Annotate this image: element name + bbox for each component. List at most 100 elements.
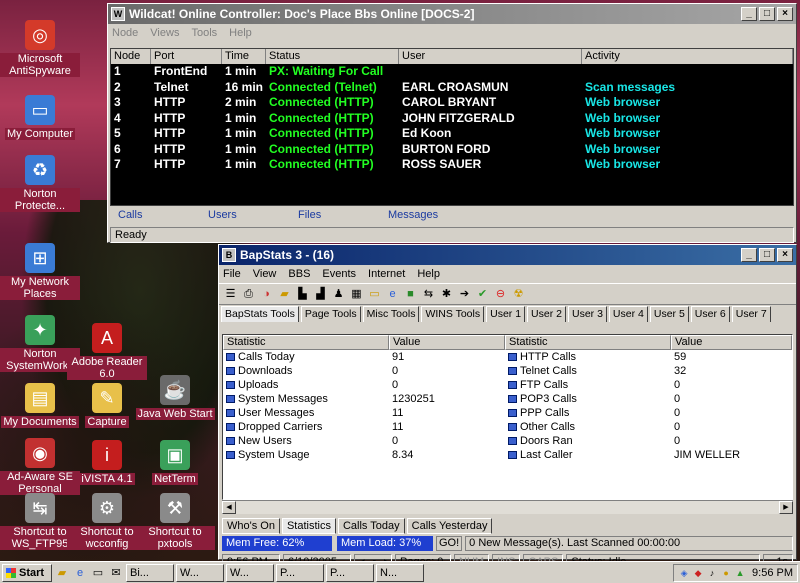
- minimize-button[interactable]: _: [741, 7, 757, 21]
- print-icon[interactable]: ⎙: [241, 287, 256, 302]
- node-row[interactable]: 5 HTTP 1 min Connected (HTTP) Ed Koon Web bro…: [111, 126, 793, 142]
- ie-icon[interactable]: e: [385, 287, 400, 302]
- desktop-icon[interactable]: ◎ Microsoft AntiSpyware: [0, 20, 80, 77]
- check-icon[interactable]: ✔: [475, 287, 490, 302]
- node-row[interactable]: 6 HTTP 1 min Connected (HTTP) BURTON FORD Web…: [111, 142, 793, 158]
- wildcat-menu-item[interactable]: Help: [229, 27, 252, 39]
- bapstats-top-tab[interactable]: User 1: [486, 306, 526, 322]
- column-header[interactable]: Status: [266, 49, 399, 64]
- bapstats-bottom-tab[interactable]: Calls Today: [337, 518, 405, 534]
- bapstats-menu-item[interactable]: File: [223, 268, 241, 280]
- node-row[interactable]: 1 FrontEnd 1 min PX: Waiting For Call: [111, 64, 793, 80]
- desktop-icon[interactable]: A Adobe Reader 6.0: [67, 323, 147, 380]
- taskbar-button[interactable]: Bi...: [126, 563, 174, 582]
- bapstats-menu-item[interactable]: Internet: [368, 268, 405, 280]
- bapstats-menu-item[interactable]: BBS: [288, 268, 310, 280]
- wildcat-menu-item[interactable]: Node: [112, 27, 138, 39]
- bar-chart-icon[interactable]: ▟: [313, 287, 328, 302]
- quicklaunch-folder-icon[interactable]: ▰: [54, 565, 70, 581]
- wildcat-menu-item[interactable]: Views: [150, 27, 179, 39]
- node-row[interactable]: 4 HTTP 1 min Connected (HTTP) JOHN FITZGERAL…: [111, 111, 793, 127]
- wildcat-tab[interactable]: Calls: [110, 209, 200, 225]
- tray-network-icon[interactable]: ◈: [678, 567, 690, 579]
- bapstats-top-tab[interactable]: User 5: [649, 306, 689, 322]
- go-button[interactable]: GO!: [436, 536, 463, 551]
- quicklaunch-mail-icon[interactable]: ✉: [108, 565, 124, 581]
- chart-icon[interactable]: ▙: [295, 287, 310, 302]
- wildcat-tab[interactable]: Messages: [380, 209, 470, 225]
- stats-row[interactable]: System Usage 8.34 Last Caller JIM WELLER: [223, 448, 792, 462]
- tray-update-icon[interactable]: ▲: [734, 567, 746, 579]
- stats-column-header[interactable]: Statistic: [505, 335, 671, 350]
- bapstats-menu-item[interactable]: Help: [417, 268, 440, 280]
- stats-row[interactable]: User Messages 11 PPP Calls 0: [223, 406, 792, 420]
- start-button[interactable]: Start: [2, 563, 52, 582]
- close-button[interactable]: ×: [777, 248, 793, 262]
- wildcat-tab[interactable]: Files: [290, 209, 380, 225]
- bapstats-top-tab[interactable]: Misc Tools: [362, 306, 420, 322]
- scroll-right-icon[interactable]: ▶: [779, 501, 793, 514]
- bapstats-top-tab[interactable]: Page Tools: [300, 306, 361, 322]
- transfer-icon[interactable]: ⇆: [421, 287, 436, 302]
- tray-shield-icon[interactable]: ◆: [692, 567, 704, 579]
- list-icon[interactable]: ☰: [223, 287, 238, 302]
- stop-icon[interactable]: ⊖: [493, 287, 508, 302]
- arrow-icon[interactable]: ➔: [457, 287, 472, 302]
- bapstats-top-tab[interactable]: User 6: [690, 306, 730, 322]
- node-row[interactable]: 2 Telnet 16 min Connected (Telnet) EARL CROA…: [111, 80, 793, 96]
- calendar-icon[interactable]: ▦: [349, 287, 364, 302]
- column-header[interactable]: User: [399, 49, 582, 64]
- quicklaunch-desktop-icon[interactable]: ▭: [90, 565, 106, 581]
- wildcat-tab[interactable]: Users: [200, 209, 290, 225]
- scroll-left-icon[interactable]: ◀: [222, 501, 236, 514]
- taskbar-button[interactable]: N...: [376, 563, 424, 582]
- column-header[interactable]: Node: [111, 49, 151, 64]
- bapstats-top-tab[interactable]: User 4: [608, 306, 648, 322]
- stats-row[interactable]: Uploads 0 FTP Calls 0: [223, 378, 792, 392]
- folder-open-icon[interactable]: ▭: [367, 287, 382, 302]
- column-header[interactable]: Activity: [582, 49, 793, 64]
- bapstats-bottom-tab[interactable]: Calls Yesterday: [406, 518, 493, 534]
- bapstats-bottom-tab[interactable]: Who's On: [222, 518, 280, 534]
- stats-row[interactable]: Dropped Carriers 11 Other Calls 0: [223, 420, 792, 434]
- column-header[interactable]: Time: [222, 49, 266, 64]
- node-row[interactable]: 3 HTTP 2 min Connected (HTTP) CAROL BRYANT We…: [111, 95, 793, 111]
- desktop-icon[interactable]: ☕ Java Web Start: [135, 375, 215, 420]
- desktop-icon[interactable]: ♻ Norton Protecte...: [0, 155, 80, 212]
- taskbar-button[interactable]: W...: [176, 563, 224, 582]
- stats-row[interactable]: System Messages 1230251 POP3 Calls 0: [223, 392, 792, 406]
- node-row[interactable]: 7 HTTP 1 min Connected (HTTP) ROSS SAUER Web …: [111, 157, 793, 173]
- horizontal-scrollbar[interactable]: ◀ ▶: [222, 500, 793, 514]
- bapstats-top-tab[interactable]: User 7: [731, 306, 771, 322]
- bapstats-menu-item[interactable]: View: [253, 268, 277, 280]
- close-button[interactable]: ×: [777, 7, 793, 21]
- bapstats-top-tab[interactable]: BapStats Tools: [221, 306, 299, 322]
- star-icon[interactable]: ✱: [439, 287, 454, 302]
- users-icon[interactable]: ♟: [331, 287, 346, 302]
- terminal-icon[interactable]: ■: [403, 287, 418, 302]
- bapstats-bottom-tab[interactable]: Statistics: [281, 518, 336, 534]
- stats-row[interactable]: New Users 0 Doors Ran 0: [223, 434, 792, 448]
- quicklaunch-ie-icon[interactable]: e: [72, 565, 88, 581]
- bapstats-menu-item[interactable]: Events: [322, 268, 356, 280]
- stats-row[interactable]: Calls Today 91 HTTP Calls 59: [223, 350, 792, 364]
- desktop-icon[interactable]: ▭ My Computer: [0, 95, 80, 140]
- folder-icon[interactable]: ▰: [277, 287, 292, 302]
- radiation-icon[interactable]: ☢: [511, 287, 526, 302]
- minimize-button[interactable]: _: [741, 248, 757, 262]
- bapstats-top-tab[interactable]: WINS Tools: [421, 306, 485, 322]
- taskbar-button[interactable]: P...: [326, 563, 374, 582]
- bapstats-top-tab[interactable]: User 2: [527, 306, 566, 322]
- wildcat-titlebar[interactable]: W Wildcat! Online Controller: Doc's Plac…: [108, 4, 796, 24]
- taskbar-button[interactable]: W...: [226, 563, 274, 582]
- taskbar-button[interactable]: P...: [276, 563, 324, 582]
- stats-column-header[interactable]: Value: [671, 335, 792, 350]
- stats-column-header[interactable]: Value: [389, 335, 505, 350]
- maximize-button[interactable]: □: [759, 248, 775, 262]
- wildcat-menu-item[interactable]: Tools: [191, 27, 217, 39]
- desktop-icon[interactable]: ⚒ Shortcut to pxtools: [135, 493, 215, 550]
- bapstats-top-tab[interactable]: User 3: [567, 306, 607, 322]
- tray-volume-icon[interactable]: ♪: [706, 567, 718, 579]
- column-header[interactable]: Port: [151, 49, 222, 64]
- stats-column-header[interactable]: Statistic: [223, 335, 389, 350]
